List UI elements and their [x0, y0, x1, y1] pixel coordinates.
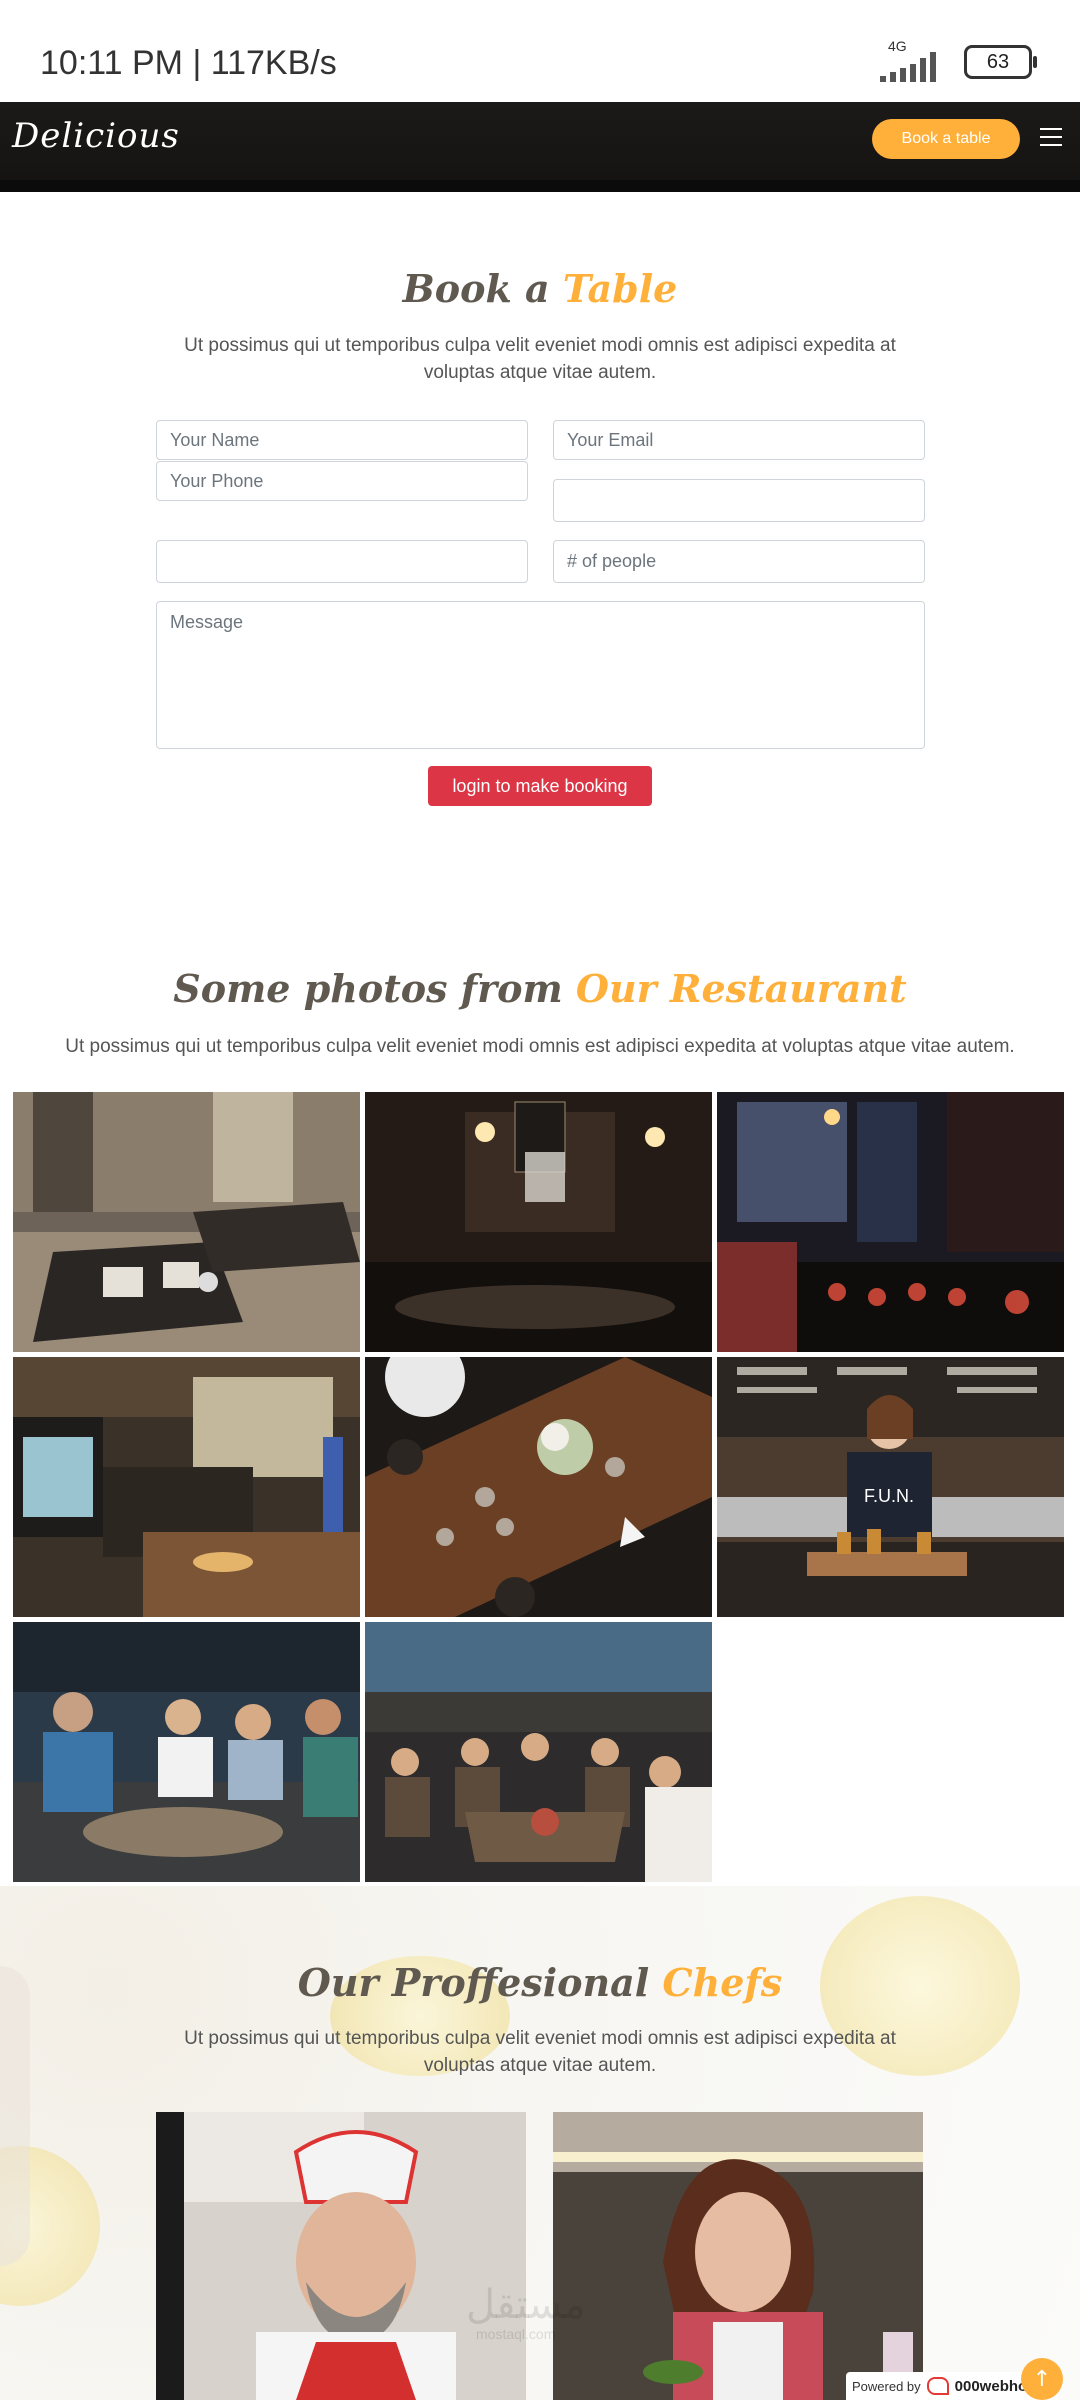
chefs-subtitle: Ut possimus qui ut temporibus culpa veli…: [184, 2028, 896, 2076]
gallery-photo[interactable]: [365, 1622, 712, 1882]
watermark-url: mostaql.com: [476, 2326, 556, 2342]
chefs-title: Our Proffesional Chefs: [297, 1960, 783, 2005]
site-header: Delicious Book a table: [0, 102, 1080, 192]
name-field[interactable]: Your Name: [156, 420, 528, 460]
webhost-logo-icon: [926, 2377, 949, 2395]
booking-title: Book a Table: [402, 266, 678, 311]
booking-subtitle: Ut possimus qui ut temporibus culpa veli…: [184, 335, 896, 383]
people-field[interactable]: # of people: [553, 540, 925, 583]
gallery-photo[interactable]: [717, 1092, 1064, 1352]
powered-by-label: Powered by: [852, 2378, 921, 2394]
battery-level: 63: [986, 50, 1010, 73]
chef-card[interactable]: [553, 2112, 923, 2400]
book-table-button[interactable]: Book a table: [872, 119, 1020, 159]
header-divider: [0, 180, 1080, 192]
phone-field[interactable]: Your Phone: [156, 461, 528, 501]
login-to-book-button[interactable]: login to make booking: [428, 766, 652, 806]
gallery-title: Some photos from Our Restaurant: [173, 966, 907, 1011]
fun-shirt-text: F.U.N.: [864, 1486, 914, 1506]
gallery-photo[interactable]: [13, 1357, 360, 1617]
watermark-logo: مستقل: [466, 2282, 586, 2328]
gallery-subtitle: Ut possimus qui ut temporibus culpa veli…: [65, 1036, 1015, 1057]
email-field[interactable]: Your Email: [553, 420, 925, 460]
gallery-photo[interactable]: [365, 1357, 712, 1617]
chef-card[interactable]: [156, 2112, 526, 2400]
status-bar: 10:11 PM | 117KB/s 4G 63: [0, 0, 1080, 102]
battery-icon: 63: [964, 45, 1037, 79]
gallery-photo[interactable]: [13, 1622, 360, 1882]
gallery-photo[interactable]: [13, 1092, 360, 1352]
gallery-photo[interactable]: F.U.N.: [717, 1357, 1064, 1617]
time-field[interactable]: [156, 540, 528, 583]
status-icons: 4G 63: [880, 38, 1037, 82]
date-field[interactable]: [553, 479, 925, 522]
gallery-photo[interactable]: [365, 1092, 712, 1352]
message-field[interactable]: Message: [156, 601, 925, 749]
back-to-top-button[interactable]: ↑: [1021, 2358, 1063, 2400]
menu-icon[interactable]: [1040, 128, 1062, 148]
arrow-up-icon: ↑: [1032, 2366, 1052, 2392]
status-time: 10:11 PM | 117KB/s: [40, 44, 337, 82]
signal-icon: 4G: [880, 38, 950, 82]
site-logo[interactable]: Delicious: [12, 116, 180, 156]
